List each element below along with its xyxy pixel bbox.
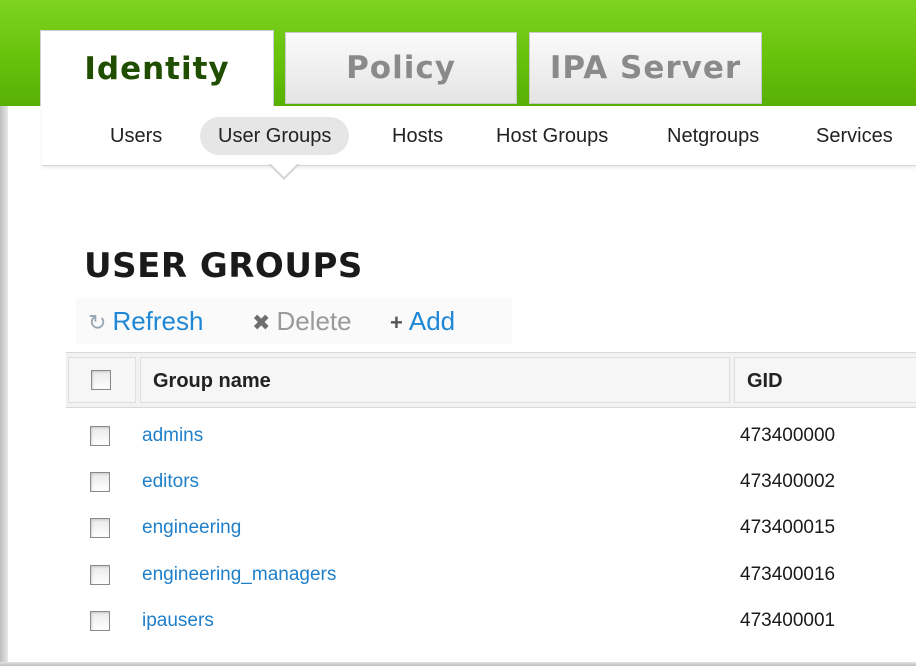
add-label: Add [408,306,456,336]
table-row: ipausers 473400001 [66,598,916,644]
tab-policy[interactable]: Policy [285,32,517,104]
table-row: admins 473400000 [66,413,916,459]
subnav-item-user-groups[interactable]: User Groups [200,117,350,155]
plus-icon: + [390,310,403,335]
table-row: engineering 473400015 [66,505,916,551]
gid-value: 473400002 [740,471,836,492]
select-all-checkbox[interactable] [91,370,111,390]
column-header-gid[interactable]: GID [734,357,916,403]
add-button[interactable]: + Add [390,304,455,338]
subnav-item-host-groups[interactable]: Host Groups [496,117,608,155]
row-checkbox[interactable] [90,611,110,631]
header-select-cell [68,357,136,403]
bottom-edge-shadow [0,662,916,666]
subnav-item-services[interactable]: Services [816,117,893,155]
group-name-link[interactable]: editors [142,459,199,505]
column-header-group-name[interactable]: Group name [140,357,730,403]
group-name-link[interactable]: ipausers [142,598,214,644]
row-checkbox[interactable] [90,565,110,585]
refresh-button[interactable]: ↻ Refresh [88,304,203,338]
left-edge-shadow [0,106,8,666]
group-name-link[interactable]: admins [142,413,203,459]
table-row: engineering_managers 473400016 [66,552,916,598]
action-bar: ↻ Refresh ✖ Delete + Add [76,298,512,344]
refresh-icon: ↻ [88,310,107,335]
close-icon: ✖ [252,310,271,335]
row-checkbox[interactable] [90,472,110,492]
tab-ipa-server[interactable]: IPA Server [529,32,762,104]
group-name-link[interactable]: engineering [142,505,241,551]
subnav-item-users[interactable]: Users [110,117,162,155]
row-checkbox[interactable] [90,426,110,446]
delete-button[interactable]: ✖ Delete [252,304,352,338]
gid-value: 473400000 [740,425,836,446]
row-checkbox[interactable] [90,518,110,538]
table-header: Group name GID [66,352,916,408]
active-subnav-pointer-inner [270,163,298,177]
group-name-link[interactable]: engineering_managers [142,552,336,598]
gid-value: 473400016 [740,564,836,585]
sub-navigation: Users User Groups Hosts Host Groups Netg… [42,107,916,166]
page-title: USER GROUPS [84,246,363,286]
subnav-item-netgroups[interactable]: Netgroups [667,117,759,155]
subnav-item-hosts[interactable]: Hosts [392,117,443,155]
tab-identity[interactable]: Identity [40,30,274,106]
delete-label: Delete [276,306,352,336]
table-row: editors 473400002 [66,459,916,505]
refresh-label: Refresh [112,306,204,336]
gid-value: 473400001 [740,610,836,631]
gid-value: 473400015 [740,517,836,538]
